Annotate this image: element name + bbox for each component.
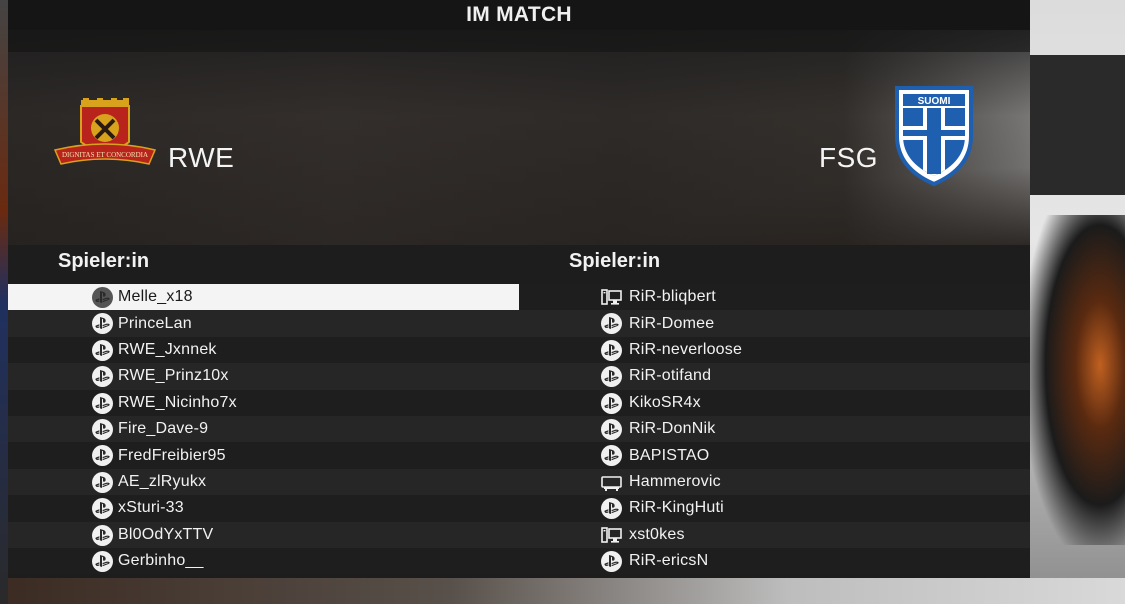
playstation-icon [601,366,622,388]
home-player-row[interactable]: Bl0OdYxTTV [8,521,519,548]
player-name: RiR-DonNik [629,420,716,438]
page-title: IM MATCH [466,3,572,26]
player-name: RWE_Prinz10x [118,367,229,385]
away-player-row[interactable]: RiR-neverloose [519,336,1030,364]
player-name: Bl0OdYxTTV [118,525,214,543]
away-player-row[interactable]: Hammerovic [519,468,1030,496]
teams-header [8,30,1030,245]
away-team-crest: SUOMI [895,86,973,186]
away-player-row[interactable]: RiR-bliqbert [519,284,1030,311]
player-name: FredFreibier95 [118,446,226,464]
away-players-header: Spieler:in [569,250,661,272]
away-team-name: FSG [819,142,879,173]
home-crest-motto: DIGNITAS ET CONCORDIA [62,151,148,159]
player-name: RWE_Jxnnek [118,340,217,358]
player-name: xst0kes [629,525,685,543]
playstation-icon [92,524,113,546]
home-player-row[interactable]: RWE_Jxnnek [8,336,519,364]
background-edge [0,0,8,604]
home-player-row[interactable]: Gerbinho__ [8,547,519,575]
pc-icon [601,287,622,308]
away-player-row[interactable]: RiR-DonNik [519,415,1030,443]
home-player-row[interactable]: FredFreibier95 [8,442,519,469]
away-player-row[interactable]: xst0kes [519,521,1030,548]
playstation-icon [92,313,113,335]
player-name: Fire_Dave-9 [118,420,209,438]
away-players-list: RiR-bliqbert RiR-Domee RiR-neverloose RiR-o… [519,284,1030,575]
away-player-row[interactable]: RiR-otifand [519,363,1030,390]
playstation-icon [92,445,113,467]
player-name: RiR-Domee [629,314,715,332]
player-name: RWE_Nicinho7x [118,393,237,411]
playstation-icon [92,418,113,440]
playstation-icon [92,471,113,493]
playstation-icon [601,550,622,572]
playstation-icon [601,339,622,361]
pc-icon [601,525,622,546]
xbox-console-icon [601,472,622,493]
lineup-panel: IM MATCH DIGNITAS ET CONCORDIA RWE SUOMI… [8,0,1030,578]
player-name: xSturi-33 [118,499,184,517]
playstation-icon [92,366,113,388]
home-players-list: Melle_x18 PrinceLan RWE_Jxnnek RWE_Prinz10x… [8,284,519,575]
home-team-crest: DIGNITAS ET CONCORDIA [53,98,157,165]
floor [0,578,1125,604]
player-name: Melle_x18 [118,288,193,306]
away-player-row[interactable]: KikoSR4x [519,389,1030,416]
home-player-row[interactable]: RWE_Prinz10x [8,363,519,390]
playstation-icon [601,445,622,467]
player-name: RiR-ericsN [629,552,709,570]
home-player-row[interactable]: Melle_x18 [8,284,519,311]
away-crest-text: SUOMI [918,96,951,107]
title-bar: IM MATCH [8,0,1030,30]
playstation-icon [92,392,113,414]
playstation-icon [92,498,113,520]
home-player-row[interactable]: AE_zlRyukx [8,468,519,496]
background-player [1030,215,1125,545]
player-name: PrinceLan [118,314,192,332]
player-name: RiR-bliqbert [629,288,716,306]
player-name: KikoSR4x [629,393,701,411]
playstation-icon [601,498,622,520]
away-player-row[interactable]: RiR-Domee [519,310,1030,337]
away-player-row[interactable]: RiR-KingHuti [519,495,1030,522]
playstation-icon [92,287,113,308]
away-player-row[interactable]: BAPISTAO [519,442,1030,469]
header-shade [8,30,1030,52]
player-name: Hammerovic [629,472,721,490]
away-player-row[interactable]: RiR-ericsN [519,547,1030,575]
home-player-row[interactable]: PrinceLan [8,310,519,337]
player-name: AE_zlRyukx [118,472,207,490]
home-players-header: Spieler:in [58,250,150,272]
home-player-row[interactable]: RWE_Nicinho7x [8,389,519,416]
playstation-icon [92,550,113,572]
playstation-icon [92,339,113,361]
playstation-icon [601,313,622,335]
player-name: BAPISTAO [629,446,710,464]
home-player-row[interactable]: Fire_Dave-9 [8,415,519,443]
player-name: RiR-otifand [629,367,712,385]
playstation-icon [601,418,622,440]
home-player-row[interactable]: xSturi-33 [8,495,519,522]
playstation-icon [601,392,622,414]
home-team-name: RWE [168,142,235,173]
player-name: Gerbinho__ [118,552,204,570]
player-name: RiR-neverloose [629,340,743,358]
player-name: RiR-KingHuti [629,499,724,517]
locker [1030,55,1125,195]
